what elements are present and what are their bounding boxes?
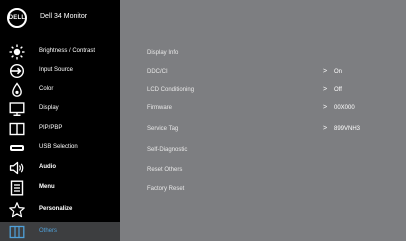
sidebar-item-label: Display	[39, 105, 59, 111]
osd-sidebar: Brightness / Contrast Input Source Color…	[0, 37, 120, 241]
row-label: Firmware	[147, 105, 172, 111]
sidebar-item-personalize[interactable]: Personalize	[0, 200, 120, 220]
header-strip	[120, 0, 406, 37]
sidebar-item-label: Menu	[39, 184, 55, 190]
row-label: Factory Reset	[147, 186, 185, 192]
row-value: Off	[334, 87, 342, 93]
chevron-right-icon: >	[323, 104, 328, 111]
others-icon	[9, 224, 25, 240]
usb-icon	[9, 140, 25, 156]
sidebar-item-label: Brightness / Contrast	[39, 48, 96, 54]
monitor-osd: DELL Dell 34 Monitor Brightness / Contra…	[0, 0, 406, 241]
sidebar-item-audio[interactable]: Audio	[0, 158, 120, 178]
osd-header: DELL Dell 34 Monitor	[0, 0, 120, 37]
row-service-tag[interactable]: Service Tag > 899VNH3	[147, 125, 387, 138]
sidebar-item-display[interactable]: Display	[0, 99, 120, 119]
display-icon	[9, 101, 25, 117]
sidebar-item-input-source[interactable]: Input Source	[0, 61, 120, 81]
sidebar-item-label: USB Selection	[39, 144, 78, 150]
star-icon	[9, 202, 25, 218]
row-lcd-conditioning[interactable]: LCD Conditioning > Off	[147, 86, 387, 99]
row-value: 899VNH3	[334, 126, 361, 132]
row-label: Self-Diagnostic	[147, 147, 188, 153]
row-value: On	[334, 69, 343, 75]
chevron-right-icon: >	[323, 68, 328, 75]
settings-panel: Display Info DDC/CI > On LCD Conditionin…	[120, 37, 406, 241]
input-source-icon	[9, 63, 25, 79]
sidebar-item-brightness-contrast[interactable]: Brightness / Contrast	[0, 42, 120, 62]
sidebar-item-others[interactable]: Others	[0, 222, 120, 241]
brightness-icon	[9, 44, 25, 60]
dell-logo: DELL	[7, 8, 27, 28]
row-factory-reset[interactable]: Factory Reset	[147, 186, 387, 198]
row-ddc-ci[interactable]: DDC/CI > On	[147, 68, 387, 81]
chevron-right-icon: >	[323, 125, 328, 132]
sidebar-item-pip-pbp[interactable]: PIP/PBP	[0, 119, 120, 139]
sidebar-item-label: Color	[39, 86, 54, 92]
sidebar-item-usb-selection[interactable]: USB Selection	[0, 138, 120, 158]
row-value: 00X000	[334, 105, 355, 111]
row-reset-others[interactable]: Reset Others	[147, 167, 387, 179]
row-label: LCD Conditioning	[147, 87, 195, 93]
row-display-info[interactable]: Display Info	[147, 50, 387, 62]
sidebar-item-color[interactable]: Color	[0, 80, 120, 100]
row-self-diagnostic[interactable]: Self-Diagnostic	[147, 147, 387, 159]
pip-pbp-icon	[9, 121, 25, 137]
row-label: Display Info	[147, 50, 179, 56]
sidebar-item-menu[interactable]: Menu	[0, 178, 120, 198]
row-label: Service Tag	[147, 126, 179, 132]
sidebar-item-label: PIP/PBP	[39, 125, 63, 131]
row-label: DDC/CI	[147, 69, 168, 75]
sidebar-item-label: Personalize	[39, 206, 73, 212]
monitor-model-title: Dell 34 Monitor	[40, 13, 88, 20]
row-label: Reset Others	[147, 167, 183, 173]
chevron-right-icon: >	[323, 86, 328, 93]
sidebar-item-label: Audio	[39, 164, 56, 170]
menu-icon	[9, 180, 25, 196]
sidebar-item-label: Others	[39, 228, 58, 234]
sidebar-item-label: Input Source	[39, 67, 74, 73]
color-icon	[9, 82, 25, 98]
row-firmware[interactable]: Firmware > 00X000	[147, 104, 387, 117]
speaker-icon	[9, 160, 25, 176]
